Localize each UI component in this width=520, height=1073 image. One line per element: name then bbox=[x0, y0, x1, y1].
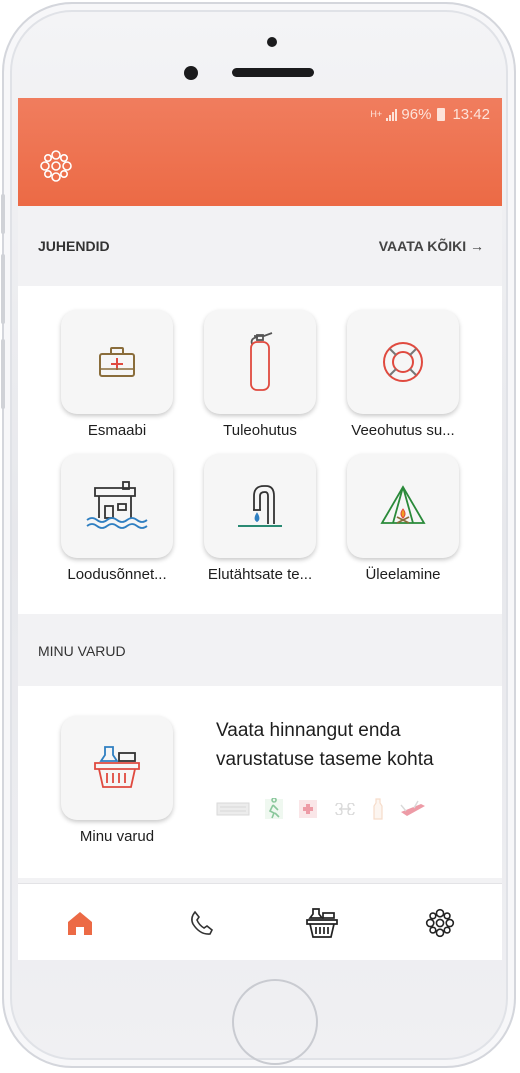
battery-icon bbox=[437, 108, 446, 121]
nav-phone[interactable] bbox=[184, 906, 220, 940]
my-supplies-tile[interactable]: Minu varud bbox=[46, 716, 188, 845]
guides-title: JUHENDID bbox=[38, 238, 110, 254]
pocket-knife-icon bbox=[400, 800, 425, 816]
guide-tile-first-aid[interactable]: Esmaabi bbox=[46, 310, 188, 439]
mute-switch bbox=[1, 194, 5, 234]
guide-tile-survival[interactable]: Üleelamine bbox=[332, 454, 474, 583]
guide-tile-box bbox=[204, 310, 316, 414]
app-bar: H+ 96% 13:42 bbox=[18, 98, 502, 206]
basket-icon bbox=[306, 908, 338, 938]
earpiece-speaker bbox=[232, 68, 314, 77]
guide-tile-label: Loodusõnnet... bbox=[67, 566, 167, 583]
front-camera-dot bbox=[267, 37, 277, 47]
first-aid-kit-icon bbox=[99, 347, 135, 377]
see-all-guides-link[interactable]: VAATA KÕIKI → bbox=[379, 238, 484, 254]
battery-percent: 96% bbox=[401, 106, 432, 123]
fire-extinguisher-icon bbox=[250, 332, 273, 391]
supplies-section-header: MINU VARUD bbox=[18, 616, 502, 686]
guide-tile-vital-services[interactable]: Elutähtsate te... bbox=[189, 454, 331, 583]
tent-campfire-icon bbox=[380, 485, 426, 524]
guide-tile-label: Elutähtsate te... bbox=[207, 566, 313, 583]
supplies-panel: Minu varud Vaata hinnangut enda varustat… bbox=[18, 686, 502, 878]
status-bar: H+ 96% 13:42 bbox=[370, 106, 490, 123]
supplies-mini-icons bbox=[216, 798, 428, 820]
flooded-house-icon bbox=[86, 481, 148, 529]
supplies-tile-label: Minu varud bbox=[79, 828, 155, 845]
first-aid-icon bbox=[299, 800, 317, 818]
supplies-title: MINU VARUD bbox=[38, 643, 126, 659]
bone-icon bbox=[335, 803, 355, 815]
nav-home[interactable] bbox=[62, 906, 98, 940]
volume-up-button bbox=[1, 254, 5, 324]
guide-tile-box bbox=[204, 454, 316, 558]
app-screen: H+ 96% 13:42 JUHENDID VAATA KÕIKI → Esma… bbox=[18, 98, 502, 960]
lifebuoy-icon bbox=[383, 342, 423, 382]
nav-about[interactable] bbox=[422, 906, 458, 940]
app-logo-icon[interactable] bbox=[38, 148, 74, 184]
guide-tile-water-safety[interactable]: Veeohutus su... bbox=[332, 310, 474, 439]
guide-tile-box bbox=[61, 310, 173, 414]
keyboard-icon bbox=[216, 802, 250, 816]
guide-tile-fire-safety[interactable]: Tuleohutus bbox=[189, 310, 331, 439]
guide-tile-label: Veeohutus su... bbox=[351, 422, 455, 439]
bottom-navigation bbox=[18, 883, 502, 960]
guide-tile-box bbox=[61, 454, 173, 558]
guide-tile-natural-disasters[interactable]: Loodusõnnet... bbox=[46, 454, 188, 583]
guide-tile-box bbox=[347, 310, 459, 414]
logo-icon bbox=[425, 908, 455, 938]
supplies-description: Vaata hinnangut enda varustatuse taseme … bbox=[216, 720, 434, 770]
supplies-tile-box bbox=[61, 716, 173, 820]
guide-tile-label: Esmaabi bbox=[87, 422, 147, 439]
guide-tile-label: Tuleohutus bbox=[223, 422, 297, 439]
bottle-icon bbox=[373, 798, 383, 820]
exit-sign-icon bbox=[265, 798, 283, 819]
guides-section-header: JUHENDID VAATA KÕIKI → bbox=[18, 206, 502, 286]
volume-down-button bbox=[1, 339, 5, 409]
home-icon bbox=[68, 912, 92, 935]
signal-icon bbox=[386, 108, 398, 121]
water-tap-icon bbox=[238, 485, 282, 527]
guides-panel: Esmaabi Tuleohutus Veeohutus su... Loodu… bbox=[18, 286, 502, 614]
supply-basket-icon bbox=[94, 746, 140, 788]
phone-icon bbox=[191, 910, 214, 935]
clock: 13:42 bbox=[452, 106, 490, 123]
nav-supplies[interactable] bbox=[304, 906, 340, 940]
network-type: H+ bbox=[370, 109, 383, 119]
guide-tile-label: Üleelamine bbox=[365, 566, 441, 583]
guide-tile-box bbox=[347, 454, 459, 558]
front-camera-lens bbox=[184, 66, 198, 80]
home-hardware-button[interactable] bbox=[232, 979, 318, 1065]
